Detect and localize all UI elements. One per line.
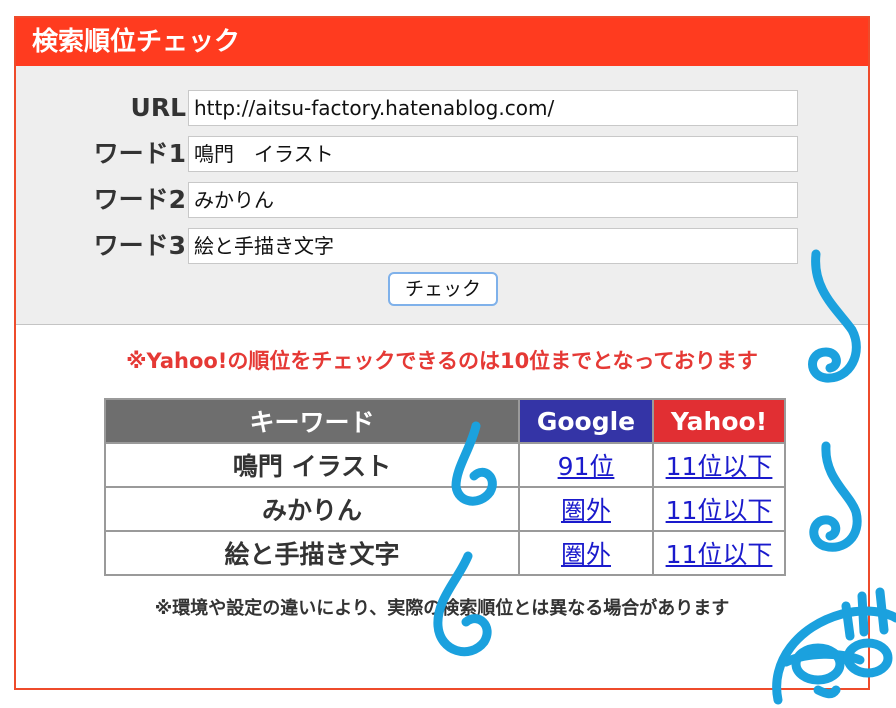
table-row: みかりん 圏外 11位以下 (104, 486, 786, 532)
mouth-doodle-icon (813, 685, 841, 699)
url-row: URL http://aitsu-factory.hatenablog.com/ (16, 90, 868, 126)
word3-row: ワード3 絵と手描き文字 (16, 228, 868, 264)
url-label: URL (130, 93, 186, 122)
yahoo-rank-link[interactable]: 11位以下 (666, 452, 773, 481)
yahoo-header: Yahoo! (652, 398, 786, 444)
google-rank-link[interactable]: 圏外 (561, 496, 611, 525)
keyword-cell: 鳴門 イラスト (104, 442, 520, 488)
yahoo-notice: ※Yahoo!の順位をチェックできるのは10位までとなっております (126, 349, 758, 373)
word2-label: ワード2 (93, 185, 186, 214)
word1-input[interactable]: 鳴門 イラスト (188, 136, 798, 172)
check-button[interactable]: チェック (388, 272, 498, 306)
table-header-row: キーワード Google Yahoo! (104, 398, 786, 444)
keyword-header: キーワード (104, 398, 520, 444)
disclaimer-footnote: ※環境や設定の違いにより、実際の検索順位とは異なる場合があります (154, 598, 730, 619)
table-row: 絵と手描き文字 圏外 11位以下 (104, 530, 786, 576)
word1-row: ワード1 鳴門 イラスト (16, 136, 868, 172)
google-rank-link[interactable]: 圏外 (561, 540, 611, 569)
google-rank-link[interactable]: 91位 (558, 452, 615, 481)
url-input[interactable]: http://aitsu-factory.hatenablog.com/ (188, 90, 798, 126)
table-row: 鳴門 イラスト 91位 11位以下 (104, 442, 786, 488)
search-form: URL http://aitsu-factory.hatenablog.com/… (16, 66, 868, 325)
page-title: 検索順位チェック (16, 18, 868, 66)
ranking-table: キーワード Google Yahoo! 鳴門 イラスト 91位 11位以下 みか… (104, 398, 786, 576)
word2-input[interactable]: みかりん (188, 182, 798, 218)
rank-checker-panel: 検索順位チェック URL http://aitsu-factory.hatena… (14, 16, 870, 690)
keyword-cell: みかりん (104, 486, 520, 532)
yahoo-rank-link[interactable]: 11位以下 (666, 496, 773, 525)
keyword-cell: 絵と手描き文字 (104, 530, 520, 576)
yahoo-rank-link[interactable]: 11位以下 (666, 540, 773, 569)
word3-input[interactable]: 絵と手描き文字 (188, 228, 798, 264)
google-header: Google (518, 398, 654, 444)
word2-row: ワード2 みかりん (16, 182, 868, 218)
word1-label: ワード1 (93, 139, 186, 168)
word3-label: ワード3 (93, 231, 186, 260)
